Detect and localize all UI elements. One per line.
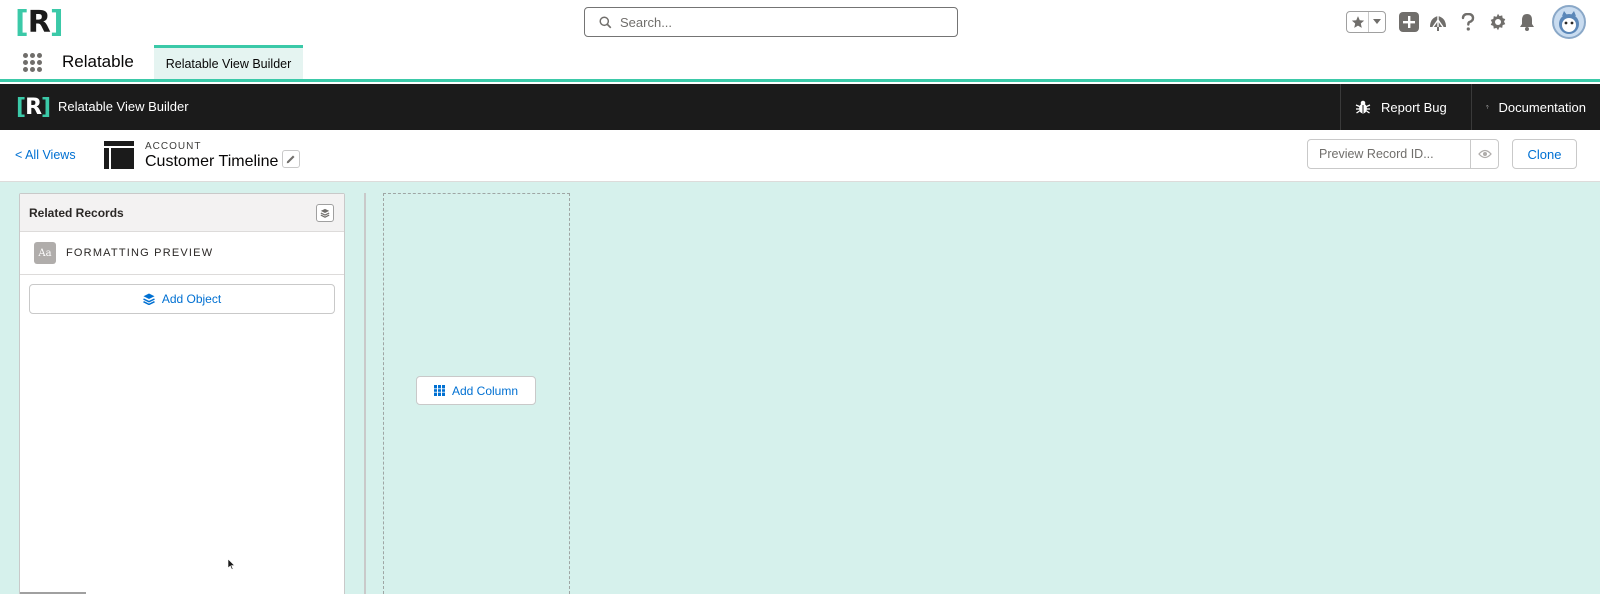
- tab-relatable-view-builder[interactable]: Relatable View Builder: [154, 45, 303, 79]
- trailhead-button[interactable]: [1427, 11, 1449, 33]
- record-type-label: ACCOUNT: [145, 141, 202, 152]
- help-icon: [1461, 13, 1475, 31]
- panel-divider[interactable]: [364, 193, 366, 594]
- dot: [37, 60, 42, 65]
- app-bar-title: Relatable View Builder: [58, 99, 189, 114]
- add-object-button[interactable]: Add Object: [29, 284, 335, 314]
- layers-icon: [320, 208, 330, 218]
- logo-text: [R]: [15, 4, 64, 40]
- avatar[interactable]: [1552, 5, 1586, 39]
- grid-icon: [433, 385, 445, 396]
- report-bug-button[interactable]: Report Bug: [1340, 84, 1472, 130]
- app-name: Relatable: [62, 52, 134, 71]
- help-button[interactable]: [1457, 11, 1479, 33]
- dot: [30, 60, 35, 65]
- preview-record-input[interactable]: [1308, 140, 1470, 168]
- object-label: FORMATTING PREVIEW: [66, 247, 214, 259]
- mouse-cursor-icon: [228, 559, 236, 570]
- search-icon: [599, 15, 612, 28]
- app-navigation: Relatable Relatable View Builder: [0, 45, 1600, 82]
- add-column-label: Add Column: [451, 383, 519, 398]
- column-drop-zone[interactable]: Add Column: [383, 193, 570, 594]
- notifications-button[interactable]: [1516, 11, 1538, 33]
- text-format-icon: Aa: [34, 242, 56, 264]
- layout-icon: [104, 141, 134, 169]
- preview-button[interactable]: [1470, 140, 1498, 168]
- add-object-label: Add Object: [161, 292, 222, 306]
- dot: [23, 67, 28, 72]
- global-search[interactable]: [584, 7, 958, 37]
- clone-button[interactable]: Clone: [1512, 139, 1577, 169]
- bug-icon: [1355, 100, 1371, 114]
- favorites-list-button[interactable]: [1369, 12, 1385, 32]
- dot: [37, 67, 42, 72]
- favorites-button-group: [1346, 11, 1386, 33]
- builder-canvas: Related Records Aa FORMATTING PREVIEW Ad…: [0, 182, 1600, 594]
- search-input[interactable]: [620, 14, 920, 30]
- star-icon: [1351, 16, 1364, 28]
- trailhead-icon: [1430, 16, 1446, 31]
- dot: [23, 53, 28, 58]
- dot: [23, 60, 28, 65]
- report-bug-label: Report Bug: [1381, 99, 1447, 115]
- page-header: < All Views ACCOUNT Customer Timeline Cl…: [0, 130, 1600, 182]
- global-header: [R]: [0, 0, 1600, 45]
- preview-record-group: [1307, 139, 1499, 169]
- favorites-button[interactable]: [1347, 12, 1369, 32]
- help-icon: [1486, 105, 1489, 109]
- eye-icon: [1477, 149, 1492, 159]
- logo-text: [R]: [16, 94, 51, 120]
- chevron-down-icon: [1373, 19, 1381, 24]
- dot: [37, 53, 42, 58]
- panel-header: Related Records: [20, 194, 344, 232]
- dot: [30, 67, 35, 72]
- list-item[interactable]: Aa FORMATTING PREVIEW: [20, 232, 344, 275]
- gear-icon: [1490, 13, 1506, 31]
- edit-name-button[interactable]: [282, 150, 300, 168]
- layers-icon: [142, 293, 155, 305]
- plus-icon: [1399, 12, 1419, 32]
- relatable-logo[interactable]: [R]: [15, 4, 64, 40]
- panel-title: Related Records: [29, 205, 124, 220]
- view-name: Customer Timeline: [145, 153, 279, 170]
- global-actions-button[interactable]: [1398, 11, 1420, 33]
- documentation-button[interactable]: Documentation: [1471, 84, 1600, 130]
- app-launcher-button[interactable]: [23, 53, 42, 72]
- documentation-label: Documentation: [1498, 99, 1586, 115]
- user-avatar-icon: [1559, 11, 1579, 34]
- add-column-button[interactable]: Add Column: [416, 376, 536, 405]
- app-bar: [R] Relatable View Builder Report Bug Do…: [0, 84, 1600, 130]
- bell-icon: [1520, 14, 1534, 31]
- setup-button[interactable]: [1487, 11, 1509, 33]
- all-views-link[interactable]: < All Views: [15, 148, 76, 162]
- relatable-logo-small: [R]: [16, 92, 51, 122]
- pencil-icon: [286, 155, 295, 164]
- related-records-panel: Related Records Aa FORMATTING PREVIEW Ad…: [19, 193, 345, 594]
- dot: [30, 53, 35, 58]
- object-stack-button[interactable]: [316, 204, 334, 222]
